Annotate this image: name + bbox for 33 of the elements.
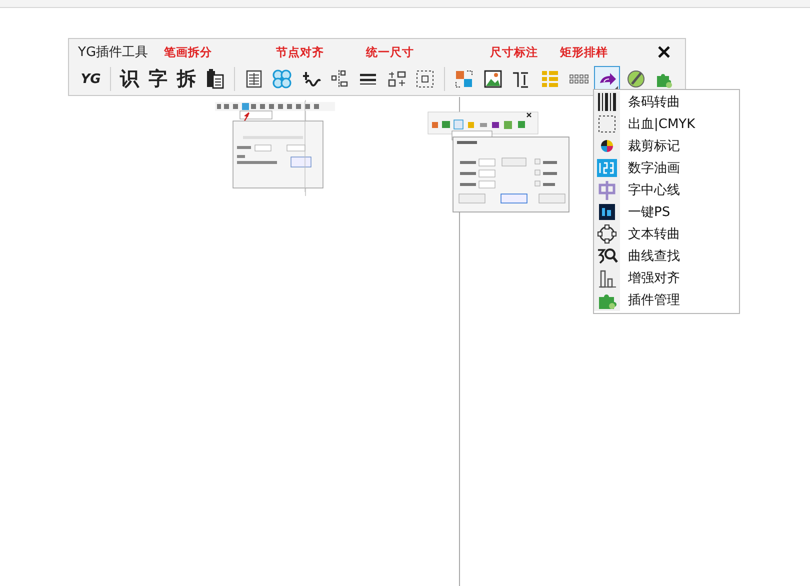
close-icon[interactable] <box>657 45 671 59</box>
menu-item[interactable]: 一键PS <box>594 201 739 223</box>
menu-item[interactable]: 裁剪标记 <box>594 135 739 157</box>
toolbar-title: YG插件工具 <box>78 44 148 61</box>
clipboard-icon <box>204 68 226 90</box>
node-pattern-icon <box>271 68 294 90</box>
tool-button[interactable]: 拆 <box>174 66 200 92</box>
menu-item[interactable]: 条码转曲 <box>594 91 739 113</box>
group-label: 尺寸标注 <box>490 44 538 60</box>
dotted-select-icon <box>414 68 436 90</box>
circle-nodes-icon <box>596 223 618 245</box>
tool-button[interactable]: 识 <box>116 66 142 92</box>
center-line-icon <box>596 179 618 201</box>
photoshop-icon <box>596 201 618 223</box>
menu-item[interactable]: 数字油画 <box>594 157 739 179</box>
menu-item[interactable]: 曲线查找 <box>594 245 739 267</box>
group-label: 节点对齐 <box>276 44 324 60</box>
dashed-square-icon <box>596 113 618 135</box>
menu-item[interactable]: 出血|CMYK <box>594 113 739 135</box>
menu-item[interactable]: 增强对齐 <box>594 267 739 289</box>
color-squares-icon <box>453 68 476 90</box>
barcode-icon <box>596 91 618 113</box>
tool-button[interactable]: YG <box>78 66 104 92</box>
menu-item[interactable]: 字中心线 <box>594 179 739 201</box>
group-label: 笔画拆分 <box>164 44 212 60</box>
menu-item[interactable]: 插件管理 <box>594 289 739 311</box>
menu-item[interactable]: 文本转曲 <box>594 223 739 245</box>
picture-frame-icon <box>482 68 504 90</box>
group-label: 矩形排样 <box>560 44 608 60</box>
group-label: 统一尺寸 <box>366 44 414 60</box>
number-tile-icon <box>596 157 618 179</box>
pen-disc-icon <box>624 68 647 90</box>
tool-button[interactable]: 字 <box>145 66 171 92</box>
